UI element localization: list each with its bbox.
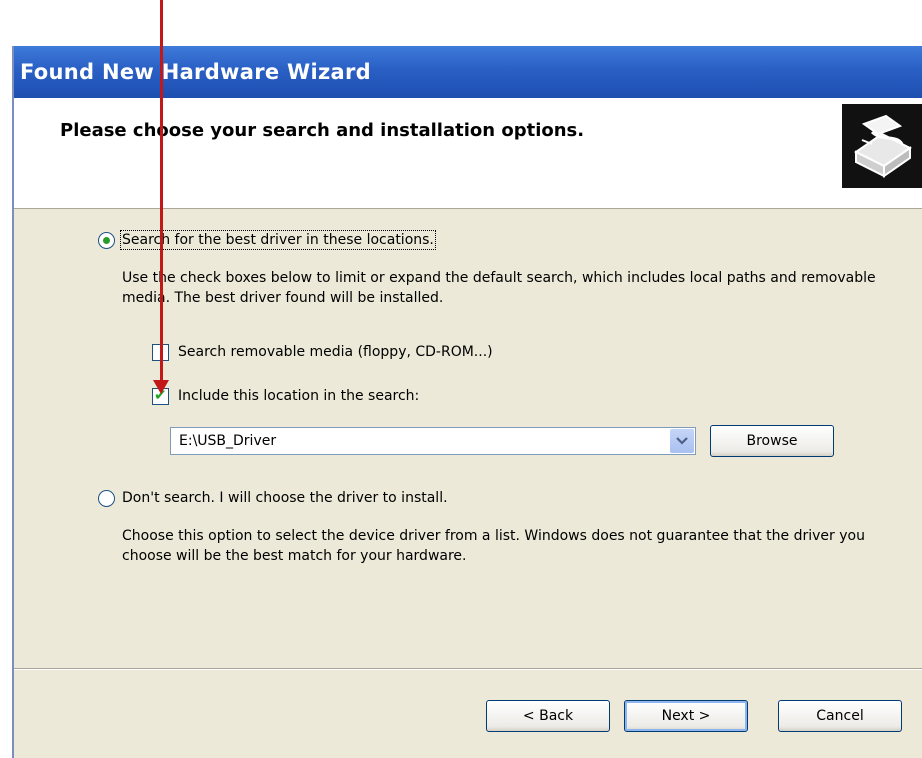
page-title: Please choose your search and installati…	[60, 120, 585, 141]
window-title: Found New Hardware Wizard	[20, 60, 371, 84]
title-bar[interactable]: Found New Hardware Wizard	[14, 46, 922, 98]
annotation-arrow-line	[160, 0, 163, 382]
search-option-description: Use the check boxes below to limit or ex…	[122, 270, 876, 306]
search-radio[interactable]	[98, 232, 115, 249]
cancel-button[interactable]: Cancel	[778, 700, 902, 732]
chevron-down-icon[interactable]	[670, 429, 694, 453]
next-button[interactable]: Next >	[624, 700, 748, 732]
wizard-window: Found New Hardware Wizard Please choose …	[12, 46, 922, 758]
dont-search-radio[interactable]	[98, 490, 115, 507]
back-button[interactable]: < Back	[486, 700, 610, 732]
location-value: E:\USB_Driver	[179, 433, 277, 449]
dont-search-option-label[interactable]: Don't search. I will choose the driver t…	[122, 490, 448, 506]
wizard-header: Please choose your search and installati…	[14, 98, 922, 209]
annotation-arrow-head	[153, 380, 169, 394]
browse-button[interactable]: Browse	[710, 425, 834, 457]
search-option-label[interactable]: Search for the best driver in these loca…	[120, 230, 436, 250]
location-combobox[interactable]: E:\USB_Driver	[170, 427, 696, 455]
hardware-wizard-icon	[842, 104, 922, 188]
removable-media-label[interactable]: Search removable media (floppy, CD-ROM..…	[178, 344, 493, 360]
footer-divider	[14, 668, 922, 670]
include-location-label[interactable]: Include this location in the search:	[178, 388, 419, 404]
dont-search-option-description: Choose this option to select the device …	[122, 528, 865, 564]
